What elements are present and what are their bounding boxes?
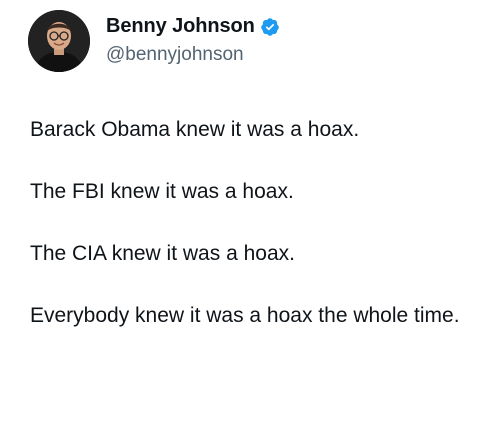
- author-handle[interactable]: @bennyjohnson: [106, 44, 280, 66]
- tweet-line: The CIA knew it was a hoax.: [30, 242, 295, 265]
- tweet-line: The FBI knew it was a hoax.: [30, 180, 294, 203]
- name-row: Benny Johnson: [106, 13, 280, 39]
- tweet-line: Everybody knew it was a hoax the whole t…: [30, 304, 460, 327]
- verified-badge-icon: [260, 17, 280, 37]
- tweet-line: Barack Obama knew it was a hoax.: [30, 118, 360, 141]
- tweet-card: Benny Johnson @bennyjohnson Barack Obama…: [0, 0, 500, 424]
- tweet-text: Barack Obama knew it was a hoax. The FBI…: [30, 116, 488, 330]
- author-block: Benny Johnson @bennyjohnson: [106, 13, 280, 66]
- display-name[interactable]: Benny Johnson: [106, 15, 255, 38]
- profile-photo-icon: [28, 10, 90, 72]
- avatar[interactable]: [28, 10, 90, 72]
